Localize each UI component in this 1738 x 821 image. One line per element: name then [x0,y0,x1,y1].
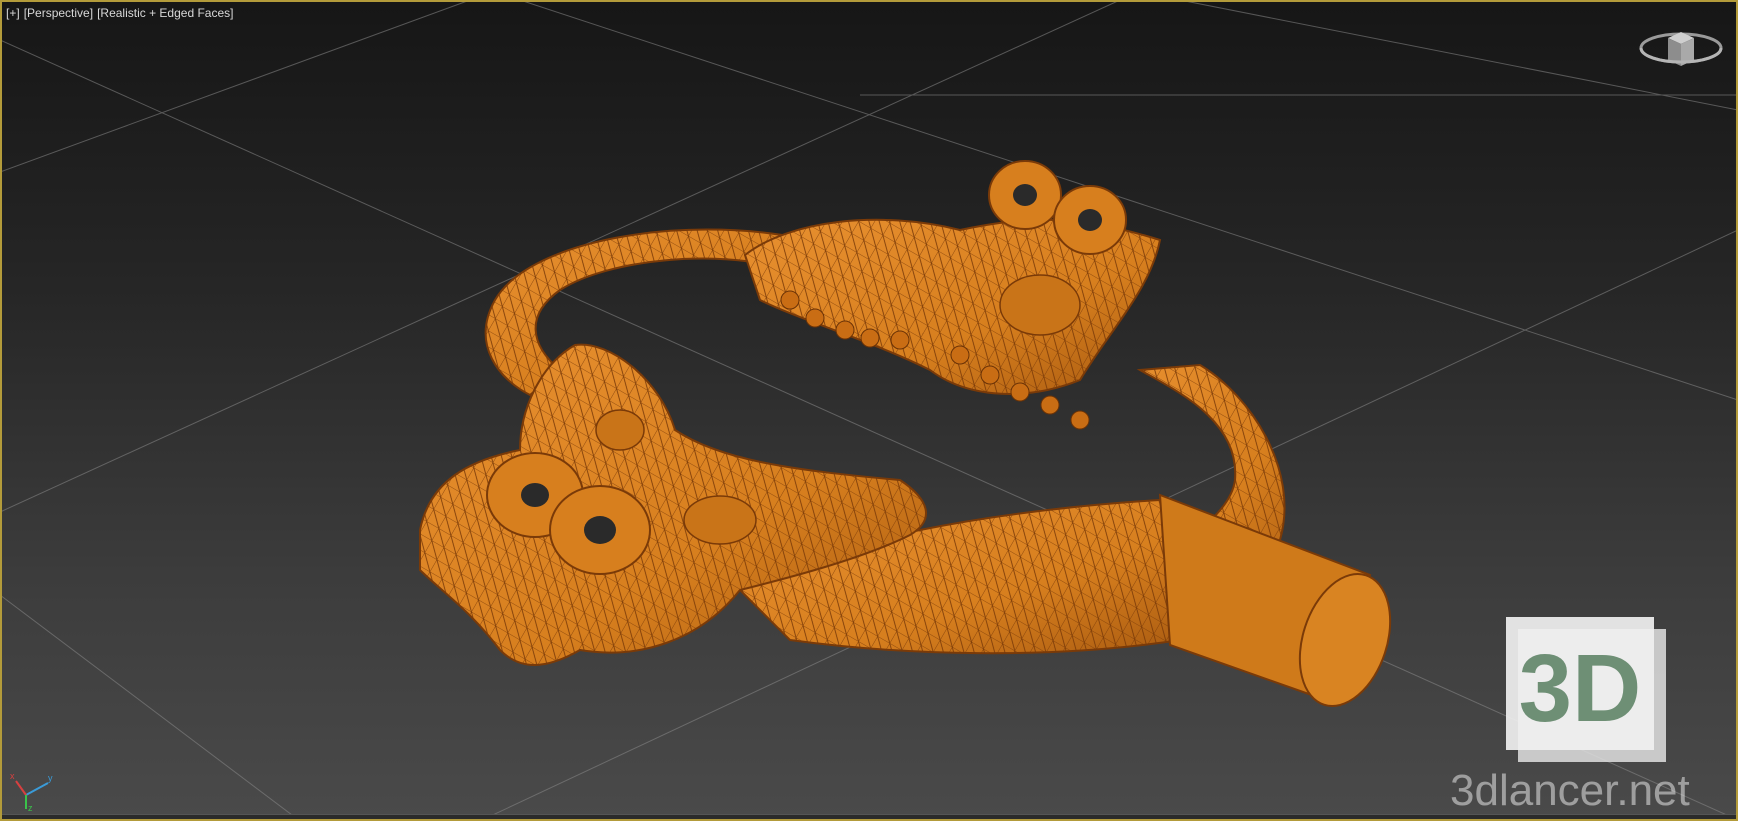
perspective-viewport[interactable]: [+] [Perspective] [Realistic + Edged Faces… [0,0,1738,821]
viewport-view-label[interactable]: [Perspective] [24,6,93,20]
viewport-bottom-bar [0,814,1738,821]
ring-model[interactable] [419,160,1406,718]
ground-grid [0,0,1738,821]
axis-z-label: z [28,803,33,811]
axis-x-label: x [10,771,15,781]
axis-tripod-icon: x y z [10,771,53,811]
viewport-menu-plus[interactable]: [+] [6,6,20,20]
viewport-label-bar: [+] [Perspective] [Realistic + Edged Faces… [6,6,237,20]
watermark-site-text: 3dlancer.net [1450,766,1690,815]
viewcube-icon[interactable] [1636,22,1726,82]
watermark-logo: 3D [1506,617,1666,762]
viewport-shading-label[interactable]: [Realistic + Edged Faces] [97,6,233,20]
watermark-logo-text: 3D [1519,635,1642,742]
axis-y-label: y [48,773,53,783]
scene-3d[interactable] [0,0,1738,821]
